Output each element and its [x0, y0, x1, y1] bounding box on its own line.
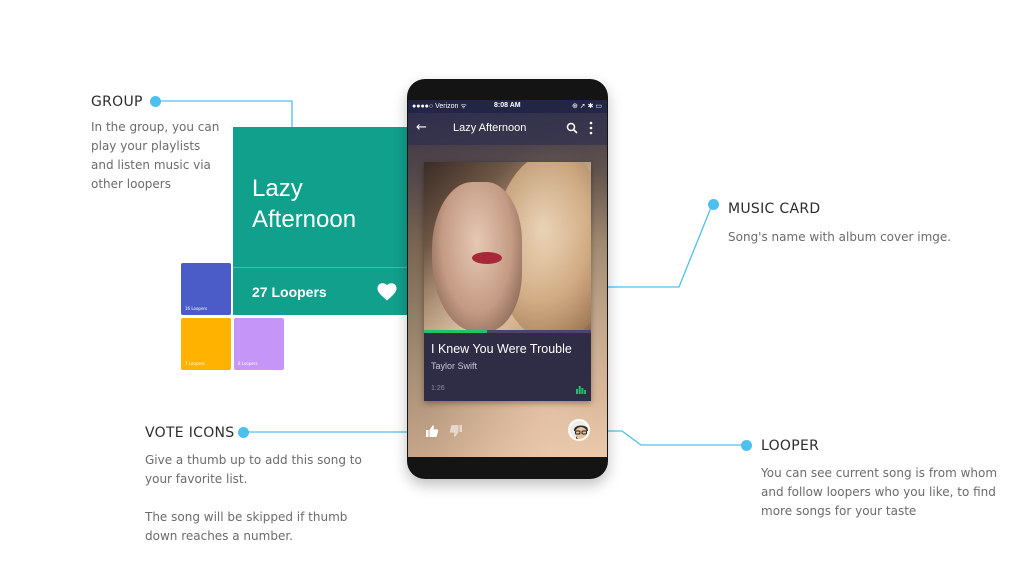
app-bar: ← Lazy Afternoon	[408, 113, 607, 145]
music-card-connector	[592, 204, 713, 288]
mini-group-card-yellow[interactable]: 7 Loopers	[181, 318, 231, 370]
group-card-title: Lazy Afternoon	[252, 175, 357, 233]
song-progress-fill	[424, 330, 488, 333]
back-arrow-icon[interactable]: ←	[416, 120, 427, 135]
group-annotation-dot	[150, 96, 161, 107]
carrier-label: ●●●●○ Verizon ᯤ	[412, 103, 467, 110]
song-title: I Knew You Were Trouble	[431, 342, 572, 356]
vote-icons-annotation-title: VOTE ICONS	[145, 425, 235, 441]
music-card-annotation-body: Song's name with album cover imge.	[728, 230, 952, 244]
search-icon[interactable]	[566, 122, 578, 134]
music-card-annotation-dot	[708, 199, 719, 210]
group-annotation-body: In the group, you can play your playlist…	[91, 120, 220, 191]
album-cover	[424, 162, 591, 330]
group-card-divider	[233, 267, 410, 268]
mini-group-card-label: 7 Loopers	[185, 361, 205, 366]
status-time: 8:08 AM	[494, 102, 521, 109]
mini-group-card-purple[interactable]: 8 Loopers	[234, 318, 284, 370]
vote-icons-annotation-dot	[238, 427, 249, 438]
mini-group-card-label: 8 Loopers	[238, 361, 258, 366]
equalizer-icon	[576, 386, 586, 394]
looper-connector	[592, 430, 746, 446]
mini-group-card-label: 16 Loopers	[185, 306, 208, 311]
status-bar: ●●●●○ Verizon ᯤ 8:08 AM ⊕ ➚ ✱ ▭	[408, 100, 607, 113]
group-annotation-title: GROUP	[91, 94, 143, 110]
looper-avatar[interactable]	[568, 419, 590, 441]
song-progress-bar[interactable]	[424, 330, 591, 333]
status-icons: ⊕ ➚ ✱ ▭	[571, 103, 602, 110]
thumb-down-icon[interactable]	[449, 424, 463, 438]
music-card-annotation-title: MUSIC CARD	[728, 201, 821, 217]
song-elapsed-time: 1:26	[431, 385, 445, 392]
looper-annotation-title: LOOPER	[761, 438, 820, 454]
app-bar-title: Lazy Afternoon	[453, 122, 527, 134]
more-vert-icon[interactable]	[589, 121, 593, 135]
thumb-up-icon[interactable]	[425, 424, 439, 438]
looper-annotation-body: You can see current song is from whom an…	[761, 466, 998, 518]
heart-icon[interactable]	[376, 281, 398, 301]
group-card[interactable]: Lazy Afternoon 27 Loopers	[233, 127, 410, 315]
group-card-looper-count: 27 Loopers	[252, 284, 327, 300]
vote-icons-annotation-body: Give a thumb up to add this song to your…	[145, 453, 362, 543]
looper-annotation-dot	[741, 440, 752, 451]
music-card[interactable]: I Knew You Were Trouble Taylor Swift 1:2…	[424, 162, 591, 401]
song-artist: Taylor Swift	[431, 361, 478, 371]
mini-group-card-blue[interactable]: 16 Loopers	[181, 263, 231, 315]
